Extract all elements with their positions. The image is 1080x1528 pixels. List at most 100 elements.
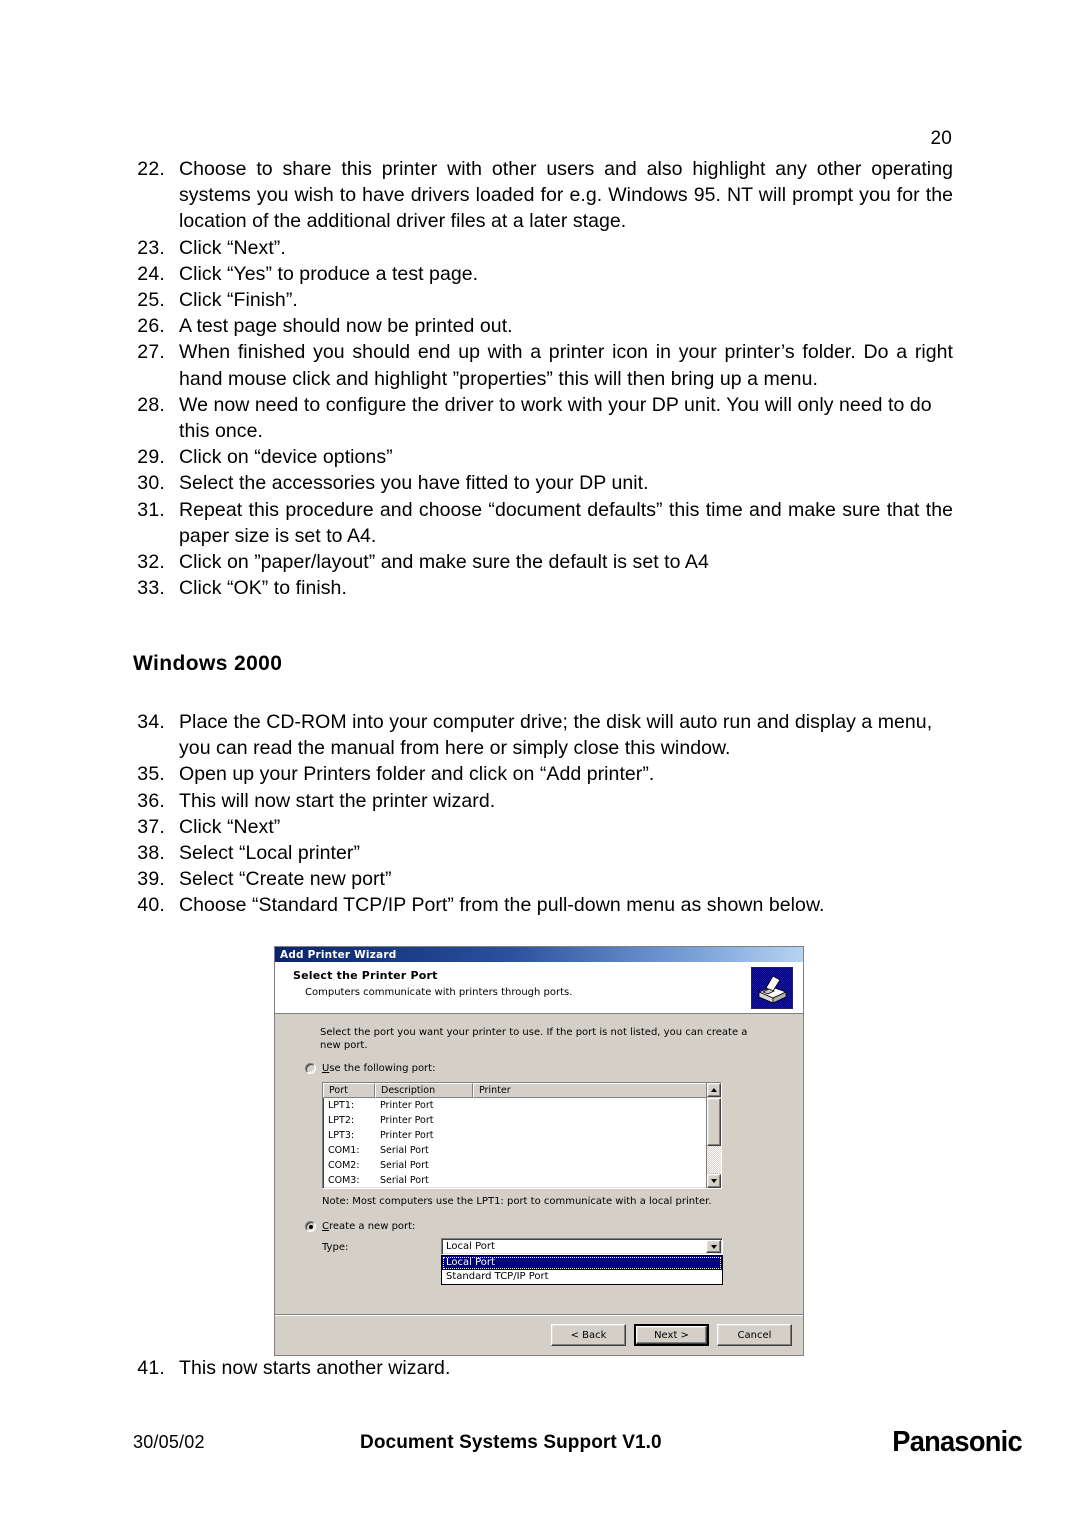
table-row[interactable]: COM2: Serial Port bbox=[323, 1158, 721, 1173]
step-item: 28. We now need to configure the driver t… bbox=[133, 392, 953, 444]
port-type-combobox[interactable]: Local Port bbox=[441, 1238, 723, 1255]
dialog-header-title: Select the Printer Port bbox=[293, 969, 438, 982]
step-item: 27. When finished you should end up with … bbox=[133, 339, 953, 391]
cancel-button[interactable]: Cancel bbox=[717, 1324, 792, 1346]
column-header-printer[interactable]: Printer bbox=[473, 1083, 721, 1098]
scrollbar-track[interactable] bbox=[707, 1146, 721, 1173]
printer-icon bbox=[751, 967, 793, 1009]
next-button[interactable]: Next > bbox=[634, 1324, 709, 1346]
cell-description: Printer Port bbox=[380, 1130, 434, 1141]
combobox-dropdown-button[interactable] bbox=[706, 1240, 721, 1253]
back-button[interactable]: < Back bbox=[551, 1324, 626, 1346]
dialog-titlebar: Add Printer Wizard bbox=[275, 947, 803, 962]
step-number: 27. bbox=[137, 341, 165, 364]
cell-port: COM1: bbox=[328, 1145, 360, 1156]
step-number: 39. bbox=[137, 868, 165, 891]
scrollbar-thumb[interactable] bbox=[707, 1098, 721, 1146]
step-item: 26. A test page should now be printed out… bbox=[133, 313, 953, 339]
dialog-body: Select the port you want your printer to… bbox=[275, 1014, 803, 1314]
step-text: Click “Finish”. bbox=[179, 289, 298, 312]
port-type-combobox-value: Local Port bbox=[446, 1241, 495, 1252]
step-text: Click on “device options” bbox=[179, 446, 393, 469]
cell-port: LPT1: bbox=[328, 1100, 355, 1111]
port-type-dropdown-list[interactable]: Local Port Standard TCP/IP Port bbox=[441, 1255, 723, 1285]
step-item: 33. Click “OK” to finish. bbox=[133, 575, 953, 601]
document-page: 20 22. Choose to share this printer with … bbox=[0, 0, 1080, 1528]
step-text: Place the CD-ROM into your computer driv… bbox=[179, 711, 933, 760]
step-item: 35. Open up your Printers folder and clic… bbox=[133, 761, 953, 787]
step-text: When finished you should end up with a p… bbox=[179, 341, 953, 390]
step-text: Choose “Standard TCP/IP Port” from the p… bbox=[179, 894, 825, 917]
radio-label-rest: se the following port: bbox=[329, 1063, 436, 1074]
dialog-header: Select the Printer Port Computers commun… bbox=[275, 962, 803, 1014]
step-number: 31. bbox=[137, 498, 165, 521]
step-number: 32. bbox=[137, 551, 165, 574]
step-text: Select the accessories you have fitted t… bbox=[179, 472, 649, 495]
cell-description: Serial Port bbox=[380, 1175, 429, 1186]
step-item: 32. Click on ”paper/layout” and make sure… bbox=[133, 549, 953, 575]
step-item: 36. This will now start the printer wizar… bbox=[133, 788, 953, 814]
listview-scrollbar[interactable] bbox=[706, 1083, 721, 1188]
step-number: 24. bbox=[137, 262, 165, 285]
radio-create-new-port[interactable]: Create a new port: bbox=[305, 1221, 415, 1233]
step-item: 39. Select “Create new port” bbox=[133, 866, 953, 892]
dialog-header-subtitle: Computers communicate with printers thro… bbox=[305, 987, 573, 998]
cell-printer bbox=[473, 1158, 721, 1173]
footer-center-text: Document Systems Support V1.0 bbox=[360, 1432, 662, 1453]
step-number: 26. bbox=[137, 315, 165, 338]
step-number: 41. bbox=[137, 1357, 165, 1379]
port-listview[interactable]: Port Description Printer LPT1: Printer Po… bbox=[322, 1082, 722, 1189]
step-item: 41. This now starts another wizard. bbox=[133, 1355, 953, 1381]
cell-printer bbox=[473, 1128, 721, 1143]
column-header-description[interactable]: Description bbox=[375, 1083, 473, 1098]
step-number: 38. bbox=[137, 842, 165, 865]
cell-description: Printer Port bbox=[380, 1115, 434, 1126]
type-label: Type: bbox=[322, 1242, 349, 1253]
chevron-up-icon bbox=[711, 1088, 717, 1092]
scroll-down-button[interactable] bbox=[707, 1174, 721, 1188]
step-text: Repeat this procedure and choose “docume… bbox=[179, 498, 953, 547]
step-number: 23. bbox=[137, 236, 165, 259]
table-row[interactable]: LPT1: Printer Port bbox=[323, 1098, 721, 1113]
dialog-intro-text: Select the port you want your printer to… bbox=[320, 1027, 748, 1051]
accelerator-letter: C bbox=[322, 1221, 329, 1232]
column-header-port[interactable]: Port bbox=[323, 1083, 375, 1098]
dialog-title-text: Add Printer Wizard bbox=[280, 948, 397, 961]
step-number: 36. bbox=[137, 789, 165, 812]
dropdown-option[interactable]: Standard TCP/IP Port bbox=[442, 1270, 722, 1284]
step-item: 37. Click “Next” bbox=[133, 814, 953, 840]
table-row[interactable]: LPT3: Printer Port bbox=[323, 1128, 721, 1143]
steps-list-part2: 34. Place the CD-ROM into your computer d… bbox=[133, 709, 953, 919]
step-text: A test page should now be printed out. bbox=[179, 315, 513, 338]
add-printer-wizard-dialog: Add Printer Wizard Select the Printer Po… bbox=[274, 946, 804, 1356]
step-text: This will now start the printer wizard. bbox=[179, 789, 496, 812]
cell-port: COM2: bbox=[328, 1160, 360, 1171]
cell-printer bbox=[473, 1113, 721, 1128]
dropdown-option[interactable]: Local Port bbox=[442, 1256, 722, 1270]
step-number: 37. bbox=[137, 815, 165, 838]
radio-use-following-port[interactable]: Use the following port: bbox=[305, 1063, 435, 1075]
step-text: Choose to share this printer with other … bbox=[179, 158, 953, 233]
table-row[interactable]: COM1: Serial Port bbox=[323, 1143, 721, 1158]
chevron-down-icon bbox=[711, 1179, 717, 1183]
step-text: Click “Next”. bbox=[179, 236, 286, 259]
radio-icon-create-new-port[interactable] bbox=[305, 1221, 316, 1232]
step-text: Click “Yes” to produce a test page. bbox=[179, 262, 479, 285]
steps-list-part1: 22. Choose to share this printer with oth… bbox=[133, 156, 953, 601]
radio-label-use-following-port: Use the following port: bbox=[322, 1063, 435, 1075]
radio-label-create-new-port: Create a new port: bbox=[322, 1221, 415, 1233]
table-row[interactable]: COM3: Serial Port bbox=[323, 1173, 721, 1188]
step-item: 30. Select the accessories you have fitte… bbox=[133, 470, 953, 496]
table-row[interactable]: LPT2: Printer Port bbox=[323, 1113, 721, 1128]
step-number: 34. bbox=[137, 711, 165, 733]
radio-icon-use-following-port[interactable] bbox=[305, 1063, 316, 1074]
step-text: This now starts another wizard. bbox=[179, 1357, 451, 1379]
chevron-down-icon bbox=[710, 1244, 717, 1249]
step-item: 23. Click “Next”. bbox=[133, 235, 953, 261]
step-item: 38. Select “Local printer” bbox=[133, 840, 953, 866]
next-button-label: Next > bbox=[636, 1326, 707, 1344]
cell-port: COM3: bbox=[328, 1175, 360, 1186]
port-listview-header: Port Description Printer bbox=[323, 1083, 721, 1098]
steps-list-part3: 41. This now starts another wizard. bbox=[133, 1355, 953, 1381]
scroll-up-button[interactable] bbox=[707, 1083, 721, 1097]
